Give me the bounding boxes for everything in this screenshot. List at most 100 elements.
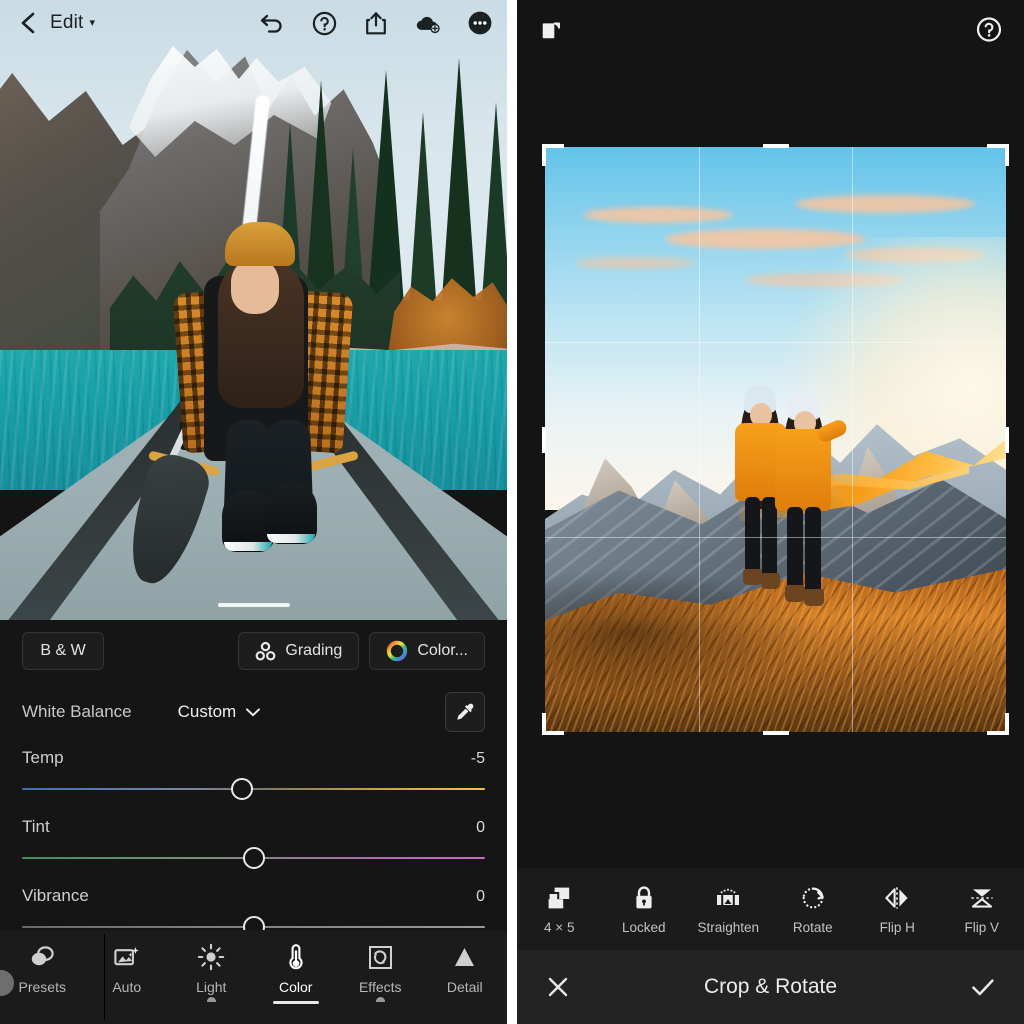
- photo2-cloud: [583, 207, 733, 223]
- share-export-icon[interactable]: [363, 10, 389, 36]
- crop-handle-bottom-center[interactable]: [762, 731, 789, 735]
- tab-color[interactable]: Color: [254, 942, 339, 1004]
- lock-aspect-tool[interactable]: Locked: [602, 884, 687, 935]
- straighten-tool-label: Straighten: [697, 919, 760, 935]
- white-balance-select[interactable]: Custom: [178, 702, 261, 722]
- grading-button-label: Grading: [285, 642, 343, 659]
- close-x-icon[interactable]: [543, 972, 573, 1002]
- lock-closed-icon: [632, 884, 656, 912]
- rotate-page-icon[interactable]: [539, 16, 565, 42]
- photo2-cloud: [575, 257, 695, 269]
- color-mix-button-label: Color...: [417, 642, 468, 659]
- flip-h-tool[interactable]: Flip H: [855, 884, 940, 935]
- thermometer-icon: [283, 942, 309, 972]
- screenshot-divider: [507, 0, 517, 1024]
- flip-v-tool-label: Flip V: [964, 919, 999, 935]
- crop-handle-top-left[interactable]: [542, 144, 564, 166]
- temp-slider-head: Temp -5: [22, 748, 485, 768]
- tab-presets[interactable]: Presets: [0, 942, 85, 995]
- tint-slider-label: Tint: [22, 817, 50, 836]
- sun-icon: [197, 942, 225, 972]
- photo-person-face: [231, 258, 279, 314]
- temp-slider-track: [22, 788, 485, 790]
- crop-bottombar: Crop & Rotate: [517, 950, 1024, 1024]
- undo-icon[interactable]: [259, 10, 285, 36]
- photo2-cloud: [795, 195, 975, 213]
- temp-slider-knob[interactable]: [230, 778, 253, 800]
- auto-magic-photo-icon: [113, 942, 141, 972]
- tint-slider-value: 0: [476, 819, 485, 836]
- flip-vertical-icon: [968, 884, 996, 912]
- chevron-down-icon: [246, 707, 261, 717]
- rotate-tool[interactable]: Rotate: [771, 884, 856, 935]
- rotate-tool-label: Rotate: [792, 919, 833, 935]
- vibrance-slider-head: Vibrance 0: [22, 886, 485, 906]
- vibrance-slider[interactable]: Vibrance 0: [0, 870, 507, 930]
- bw-button[interactable]: B & W: [22, 632, 104, 670]
- vibrance-slider-track-wrap[interactable]: [22, 915, 485, 930]
- vibrance-slider-value: 0: [476, 888, 485, 905]
- tab-light-marker: [206, 997, 216, 1002]
- tab-detail[interactable]: Detail: [423, 942, 508, 995]
- bw-button-label: B & W: [40, 642, 86, 659]
- vibrance-slider-label: Vibrance: [22, 886, 89, 905]
- aspect-ratio-tool[interactable]: 4 × 5: [517, 884, 602, 935]
- tab-light[interactable]: Light: [169, 942, 254, 1002]
- crop-tool-row: 4 × 5 Locked Straighten Rotate Flip H Fl…: [517, 868, 1024, 950]
- lightroom-edit-panel: Edit ▾ B & W Grading Color... White Bala…: [0, 0, 507, 1024]
- white-balance-value: Custom: [177, 702, 237, 721]
- cloud-add-icon[interactable]: [415, 10, 441, 36]
- grading-button[interactable]: Grading: [238, 632, 360, 670]
- tab-light-label: Light: [196, 979, 227, 995]
- flip-h-tool-label: Flip H: [879, 919, 915, 935]
- checkmark-icon[interactable]: [968, 972, 998, 1002]
- topbar-actions: [259, 10, 493, 36]
- tint-slider-knob[interactable]: [242, 847, 265, 869]
- tab-effects-label: Effects: [358, 979, 402, 995]
- flip-horizontal-icon: [883, 884, 911, 912]
- temp-slider-value: -5: [470, 750, 485, 767]
- tint-slider-track-wrap[interactable]: [22, 846, 485, 870]
- edit-tabbar: Presets Auto Light Color Effects Detail: [0, 930, 507, 1024]
- tab-effects[interactable]: Effects: [338, 942, 423, 1002]
- crop-bottombar-title: Crop & Rotate: [703, 975, 838, 998]
- photo-person-beanie: [225, 222, 295, 266]
- vibrance-slider-knob[interactable]: [242, 916, 265, 930]
- crop-frame[interactable]: [542, 144, 1009, 735]
- home-indicator: [217, 603, 290, 607]
- edit-topbar: Edit ▾: [0, 0, 507, 46]
- back-button[interactable]: [14, 9, 42, 37]
- crop-photo-dolomites-hikers: [545, 147, 1006, 732]
- crop-handle-top-right[interactable]: [987, 144, 1009, 166]
- flip-v-tool[interactable]: Flip V: [940, 884, 1024, 935]
- aspect-ratio-stack-icon: [546, 884, 572, 912]
- crop-handle-right-center[interactable]: [1005, 426, 1009, 453]
- color-grading-icon: [255, 641, 276, 662]
- temp-slider-track-wrap[interactable]: [22, 777, 485, 801]
- help-circle-icon[interactable]: [976, 16, 1002, 42]
- tab-auto[interactable]: Auto: [85, 942, 170, 995]
- tab-color-active-underline: [272, 1001, 319, 1004]
- straighten-tool[interactable]: Straighten: [686, 884, 771, 935]
- page-title[interactable]: Edit ▾: [50, 12, 95, 34]
- aspect-ratio-tool-label: 4 × 5: [544, 919, 575, 935]
- crop-topbar: [517, 0, 1024, 58]
- crop-handle-bottom-right[interactable]: [987, 713, 1009, 735]
- crop-handle-left-center[interactable]: [542, 426, 546, 453]
- tab-presets-label: Presets: [18, 979, 66, 995]
- edit-photo-canoe-lake[interactable]: [0, 0, 507, 620]
- more-ellipsis-icon[interactable]: [467, 10, 493, 36]
- temp-slider[interactable]: Temp -5: [0, 732, 507, 801]
- crop-handle-top-center[interactable]: [762, 144, 789, 148]
- color-controls-panel: B & W Grading Color... White Balance Cus…: [0, 620, 507, 930]
- tab-effects-marker: [375, 997, 385, 1002]
- crop-handle-bottom-left[interactable]: [542, 713, 564, 735]
- color-mix-button[interactable]: Color...: [369, 632, 485, 670]
- eyedropper-icon[interactable]: [445, 692, 485, 732]
- photo-person-shoe-right: [265, 482, 317, 544]
- crop-stage[interactable]: [517, 58, 1024, 875]
- tint-slider[interactable]: Tint 0: [0, 801, 507, 870]
- chevron-down-icon: ▾: [89, 16, 96, 29]
- help-circle-icon[interactable]: [311, 10, 337, 36]
- page-title-text: Edit: [50, 12, 84, 33]
